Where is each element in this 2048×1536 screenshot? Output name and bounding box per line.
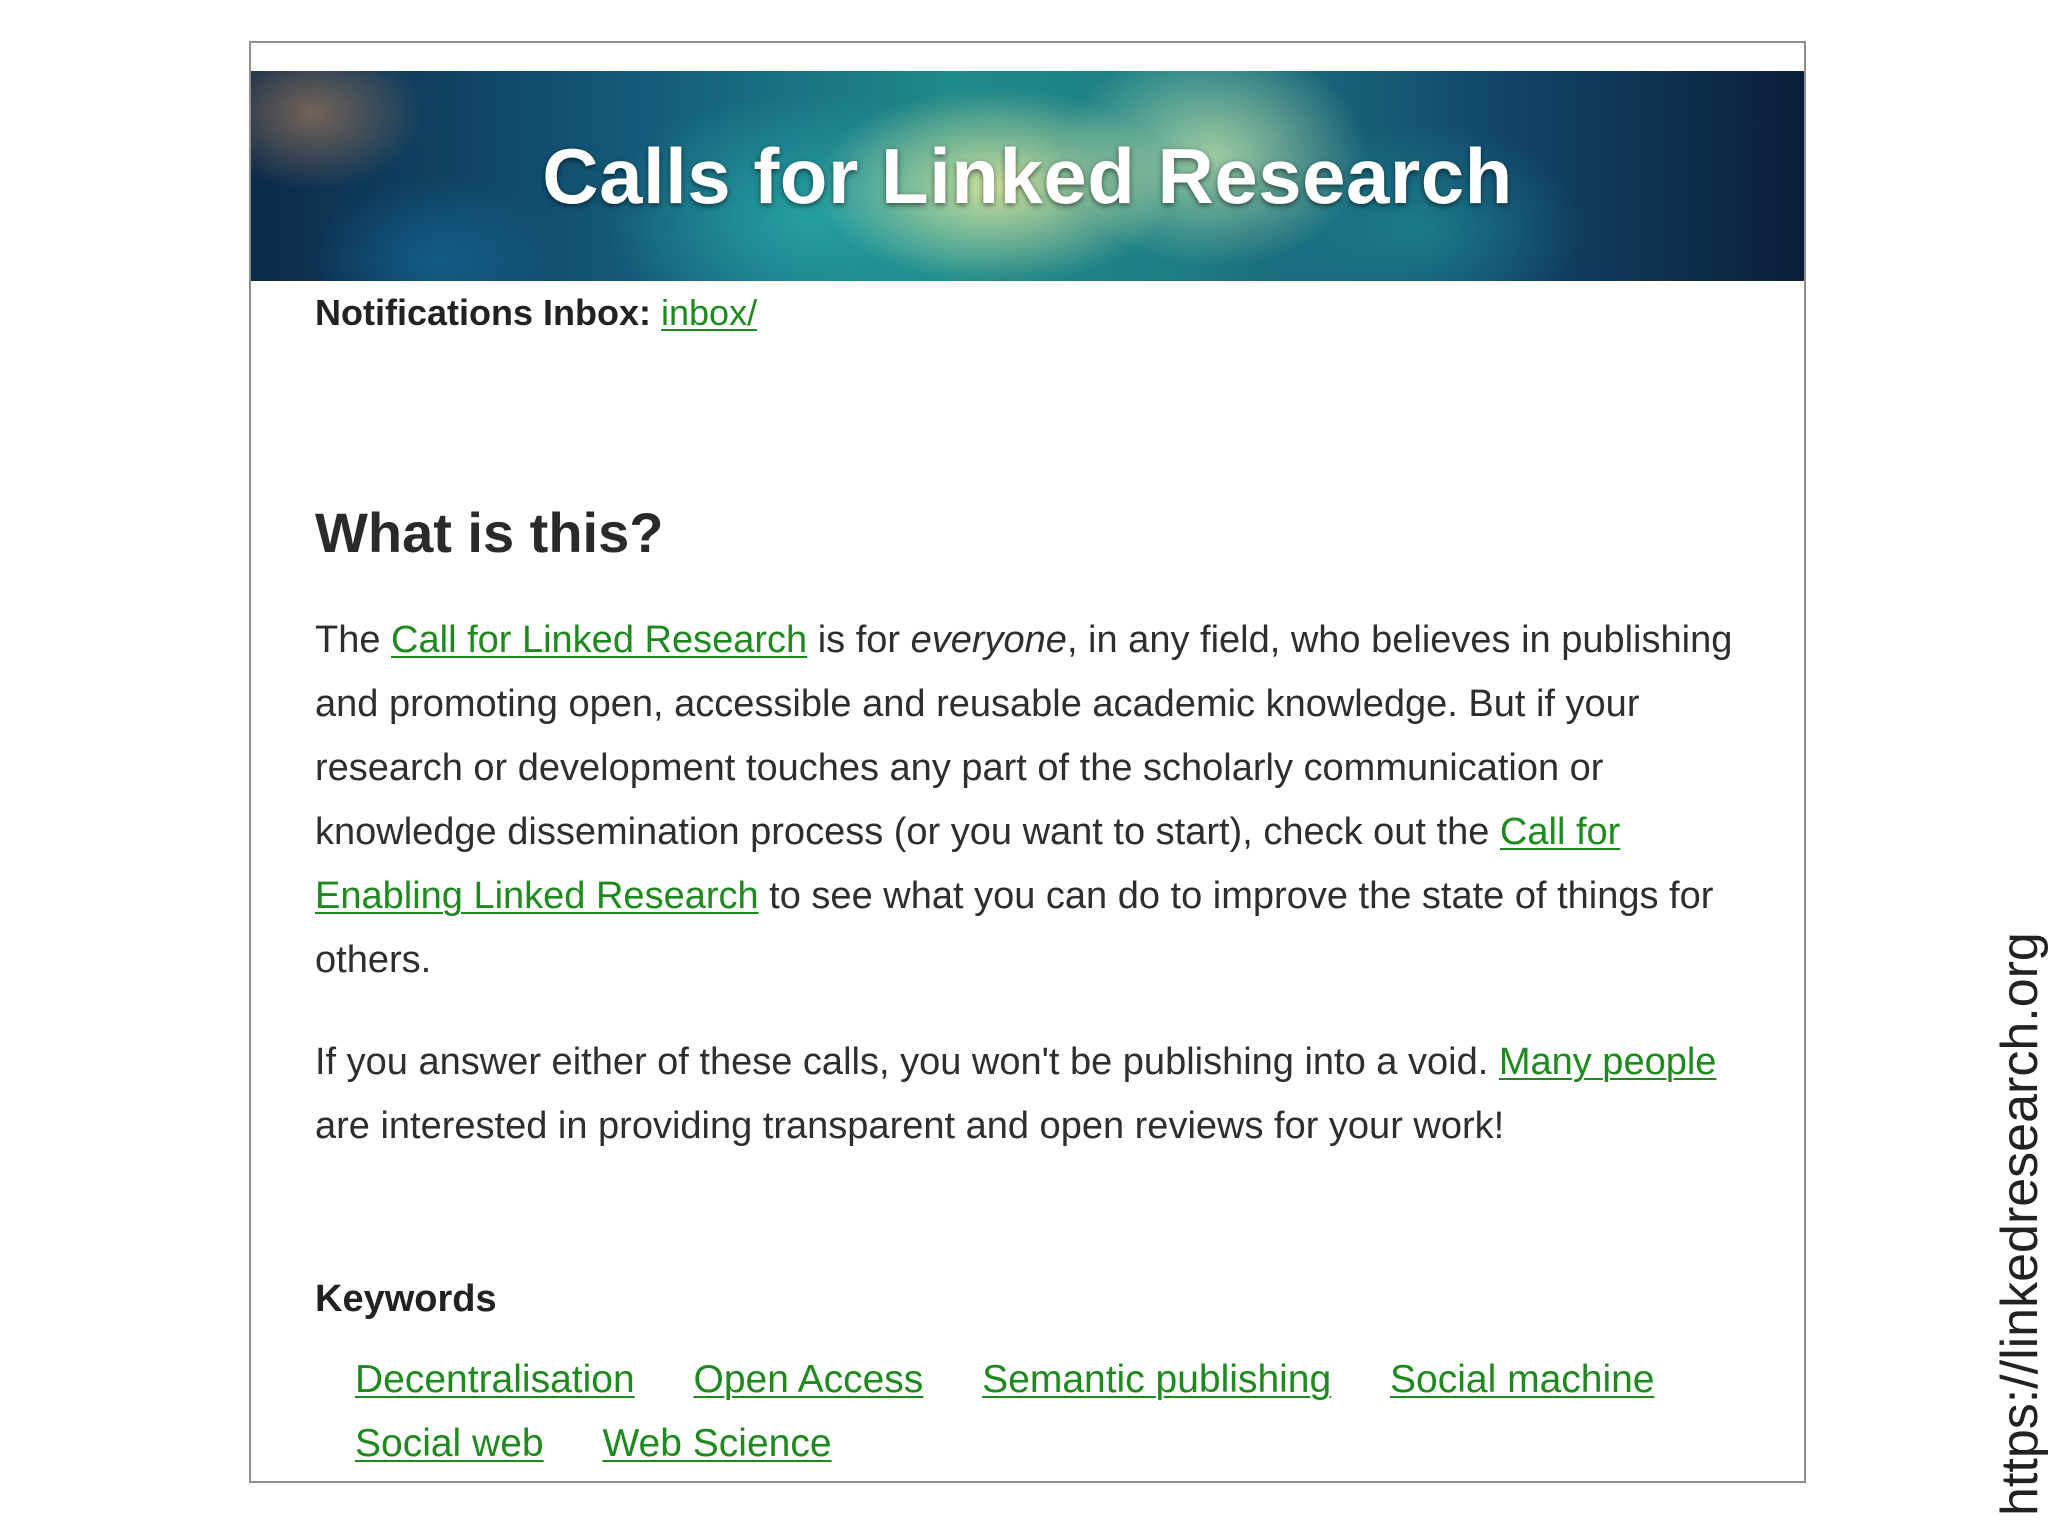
keyword-social-machine-link[interactable]: Social machine (1390, 1348, 1654, 1412)
reviews-paragraph: If you answer either of these calls, you… (315, 1030, 1745, 1158)
side-url-caption: https://linkedresearch.org (1991, 932, 2048, 1516)
keyword-open-access-link[interactable]: Open Access (694, 1348, 924, 1412)
intro-paragraph: The Call for Linked Research is for ever… (315, 608, 1745, 992)
inbox-label: Notifications Inbox: (315, 292, 651, 333)
page-frame: Calls for Linked Research Notifications … (249, 41, 1806, 1483)
inbox-link[interactable]: inbox/ (661, 292, 757, 333)
header-banner: Calls for Linked Research (251, 71, 1804, 281)
keywords-list: Decentralisation Open Access Semantic pu… (355, 1348, 1755, 1476)
keyword-web-science-link[interactable]: Web Science (602, 1412, 831, 1476)
reviews-text-2: are interested in providing transparent … (315, 1105, 1505, 1147)
banner-title: Calls for Linked Research (542, 132, 1513, 220)
intro-emphasis: everyone (910, 619, 1067, 661)
keyword-decentralisation-link[interactable]: Decentralisation (355, 1348, 635, 1412)
keyword-semantic-publishing-link[interactable]: Semantic publishing (982, 1348, 1331, 1412)
many-people-link[interactable]: Many people (1499, 1041, 1717, 1083)
notifications-inbox: Notifications Inbox: inbox/ (315, 288, 1745, 338)
main-content: Notifications Inbox: inbox/ What is this… (315, 288, 1745, 1465)
intro-text-2: is for (807, 619, 911, 661)
keywords-title: Keywords (315, 1278, 497, 1320)
keyword-social-web-link[interactable]: Social web (355, 1412, 544, 1476)
intro-text-1: The (315, 619, 392, 661)
section-title: What is this? (315, 501, 664, 564)
call-for-linked-research-link[interactable]: Call for Linked Research (391, 619, 807, 661)
reviews-text-1: If you answer either of these calls, you… (315, 1041, 1499, 1083)
